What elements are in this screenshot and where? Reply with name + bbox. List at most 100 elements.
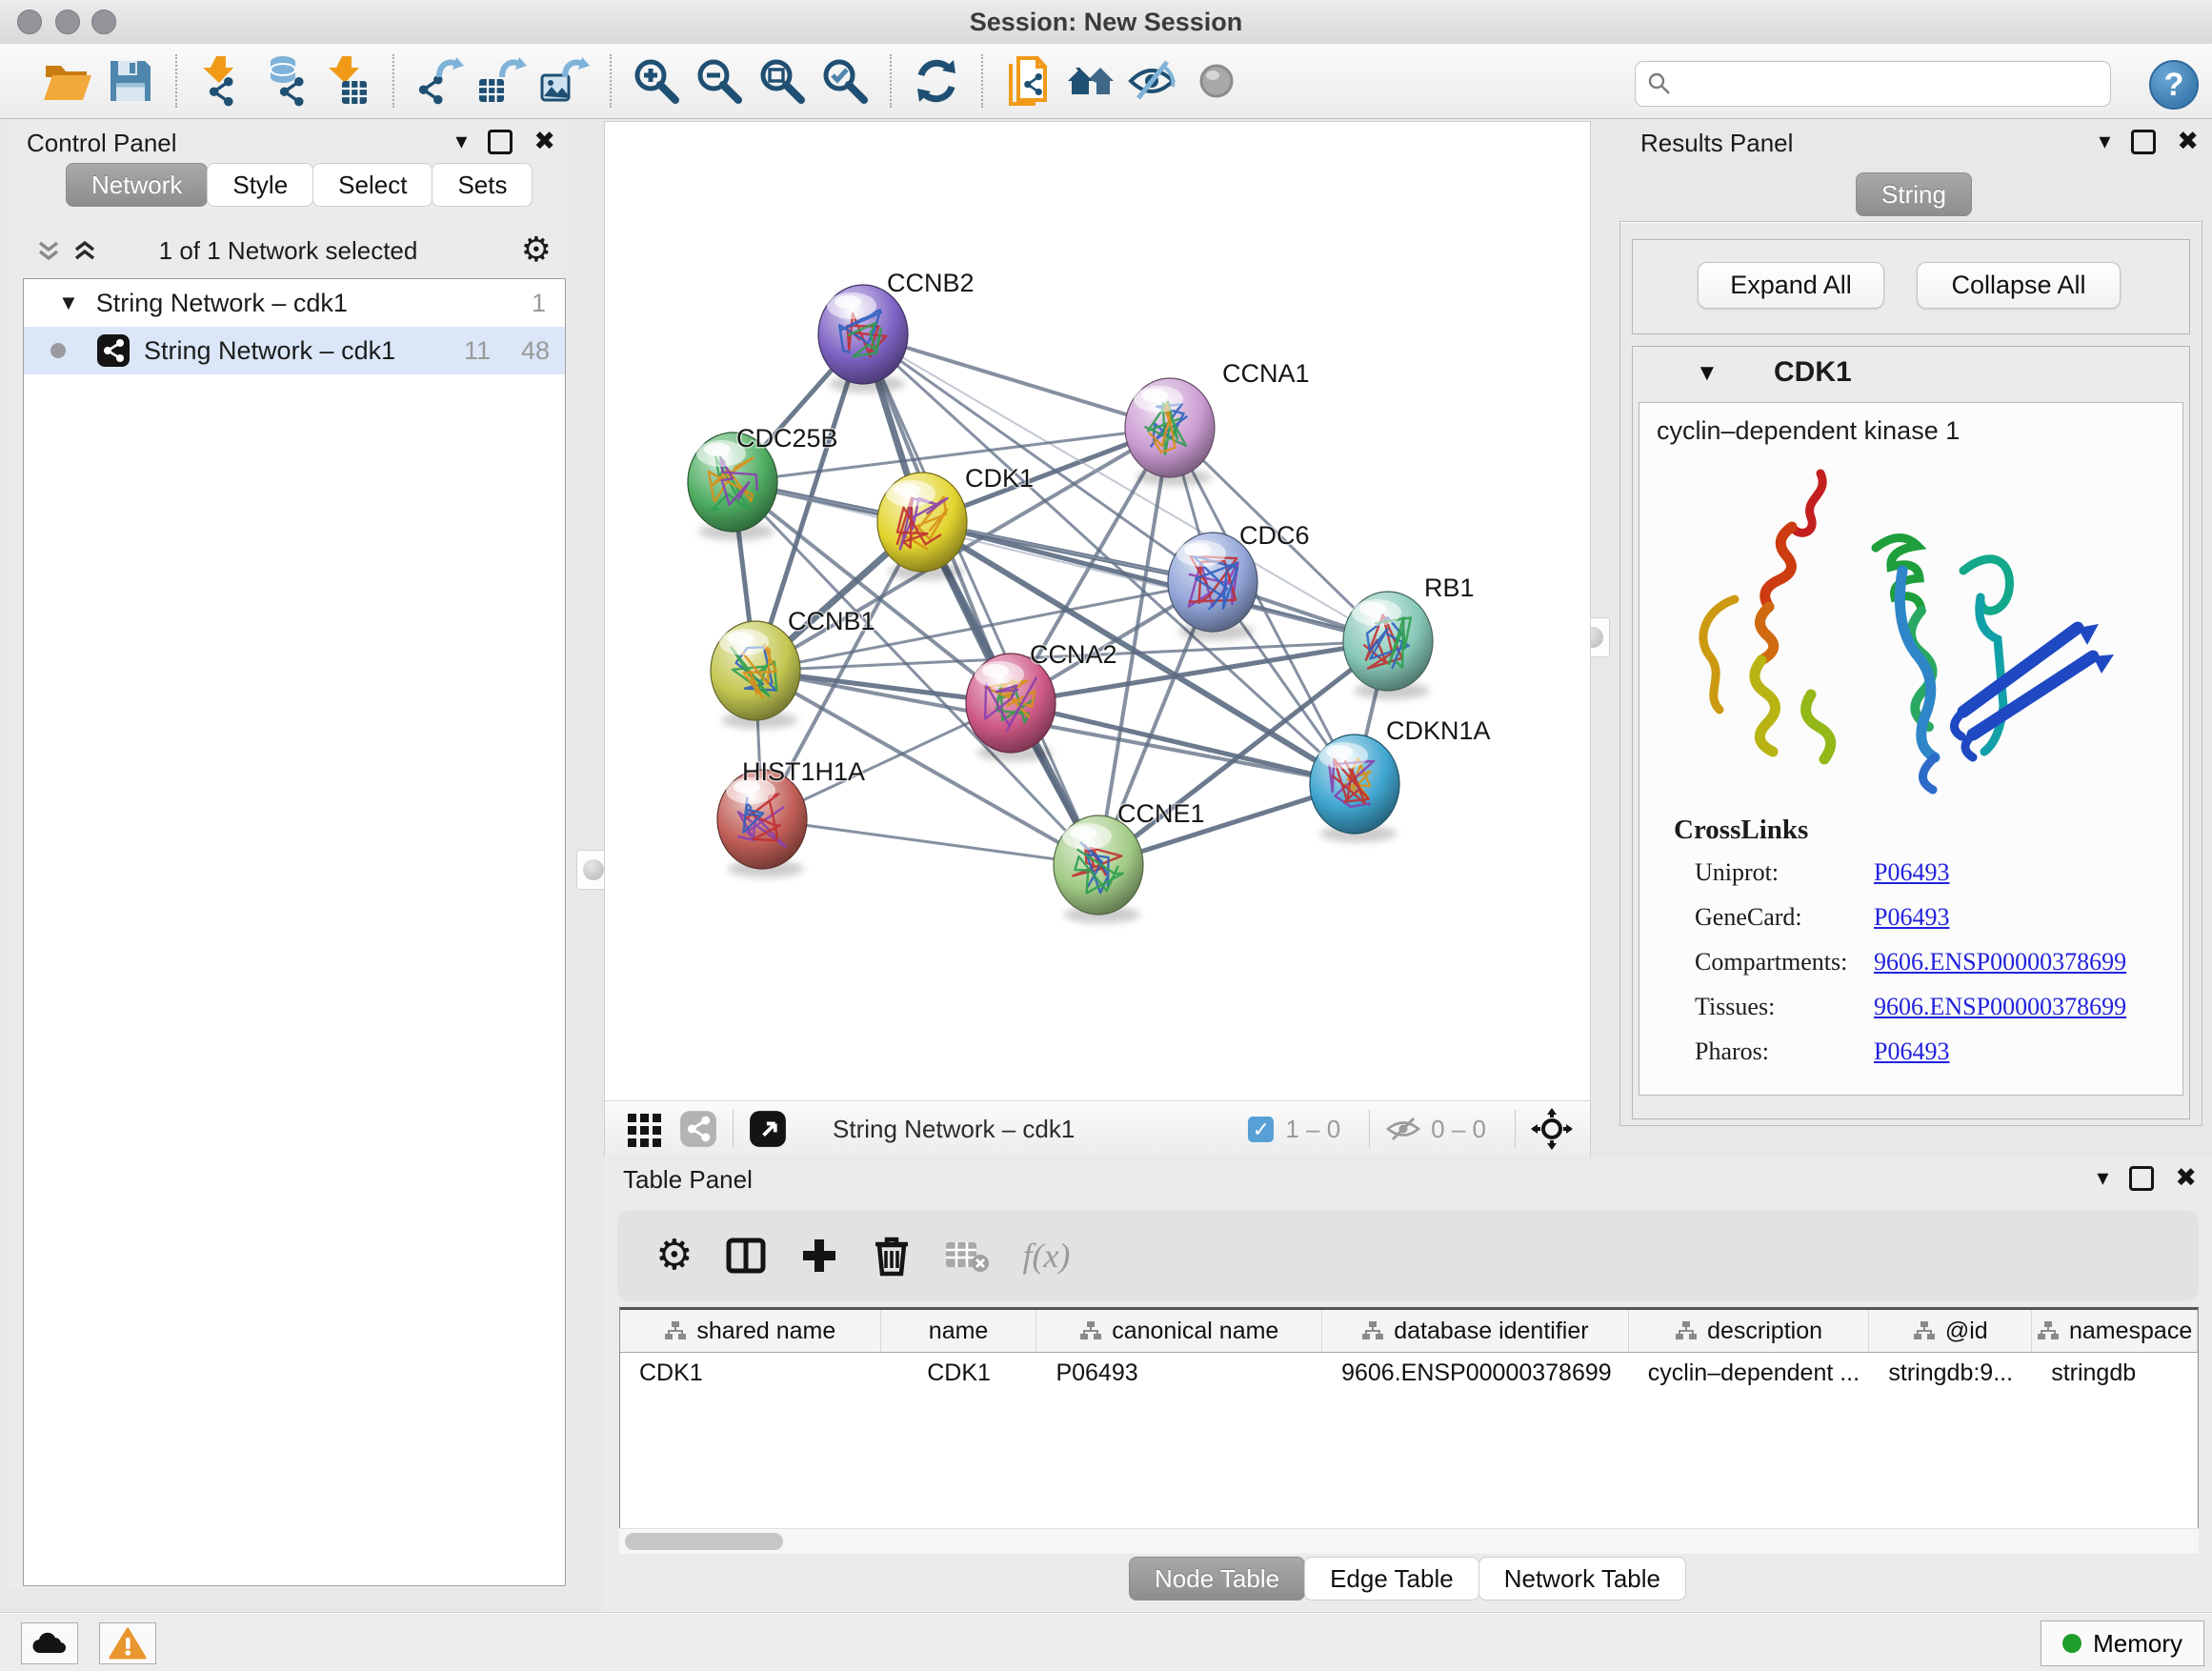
zoom-in-button[interactable] — [625, 51, 688, 111]
export-network-button[interactable] — [408, 51, 471, 111]
import-network-from-file-button[interactable] — [191, 51, 253, 111]
detach-view-icon[interactable] — [749, 1110, 787, 1148]
grid-view-icon[interactable] — [626, 1110, 664, 1148]
crosslink-link[interactable]: 9606.ENSP00000378699 — [1874, 993, 2126, 1021]
network-edge[interactable] — [762, 819, 1098, 865]
column-header[interactable]: namespace — [2032, 1310, 2198, 1352]
column-header[interactable]: @id — [1869, 1310, 2032, 1352]
tab-select[interactable]: Select — [312, 163, 432, 207]
tab-sets[interactable]: Sets — [432, 163, 533, 207]
zoom-in-icon — [630, 54, 683, 108]
network-node-label: CDC25B — [736, 424, 838, 453]
table-panel-close-icon[interactable]: ✖ — [2175, 1163, 2197, 1193]
add-column-plus-icon[interactable] — [799, 1236, 839, 1276]
help-button[interactable]: ? — [2149, 60, 2199, 110]
zoom-fit-icon — [755, 54, 809, 108]
column-header[interactable]: name — [881, 1310, 1037, 1352]
tab-network-table[interactable]: Network Table — [1478, 1557, 1686, 1601]
results-panel-float-icon[interactable] — [2131, 130, 2156, 154]
table-panel-float-icon[interactable] — [2129, 1166, 2154, 1191]
crosslink-link[interactable]: P06493 — [1874, 1037, 1949, 1066]
network-node-label: CCNA2 — [1030, 640, 1117, 669]
column-type-icon — [1079, 1320, 1102, 1341]
network-row-selected[interactable]: String Network – cdk1 11 48 — [24, 327, 565, 374]
network-node[interactable] — [818, 285, 908, 393]
column-header[interactable]: database identifier — [1322, 1310, 1629, 1352]
export-image-button[interactable] — [533, 51, 596, 111]
tab-edge-table[interactable]: Edge Table — [1304, 1557, 1479, 1601]
network-options-gear-icon[interactable]: ⚙ — [521, 230, 552, 270]
network-edge[interactable] — [863, 334, 1098, 865]
network-node[interactable] — [1310, 735, 1399, 842]
tab-node-table[interactable]: Node Table — [1129, 1557, 1305, 1601]
network-canvas[interactable]: CCNB2CCNA1CDC25BCDK1CDC6RB1CCNB1CCNA2CDK… — [605, 122, 1590, 1100]
column-header[interactable]: shared name — [620, 1310, 881, 1352]
network-node-label: CDC6 — [1239, 521, 1310, 550]
scrollbar-thumb[interactable] — [625, 1533, 783, 1550]
import-network-from-database-button[interactable] — [253, 51, 316, 111]
expand-all-button[interactable]: Expand All — [1698, 262, 1884, 309]
table-settings-gear-icon[interactable]: ⚙ — [655, 1235, 693, 1277]
table-panel-menu-icon[interactable]: ▾ — [2097, 1164, 2108, 1192]
control-panel-float-icon[interactable] — [488, 130, 513, 154]
network-node[interactable] — [966, 654, 1056, 761]
network-node-label: RB1 — [1424, 574, 1475, 602]
control-panel-menu-icon[interactable]: ▾ — [455, 128, 467, 155]
network-node[interactable] — [1125, 378, 1215, 486]
results-panel-menu-icon[interactable]: ▾ — [2099, 128, 2110, 155]
hidden-count-badge: 0 – 0 — [1431, 1115, 1486, 1144]
save-session-button[interactable] — [99, 51, 162, 111]
toolbar-separator — [175, 54, 177, 108]
network-edge[interactable] — [1011, 703, 1355, 784]
collapse-all-button[interactable]: Collapse All — [1917, 262, 2121, 309]
memory-status-dot-icon — [2062, 1634, 2081, 1653]
results-panel-close-icon[interactable]: ✖ — [2177, 127, 2199, 156]
current-network-dot-icon — [50, 343, 66, 358]
table-horizontal-scrollbar[interactable] — [619, 1528, 2199, 1554]
crosslink-label: Compartments: — [1695, 948, 1874, 976]
column-header[interactable]: canonical name — [1036, 1310, 1322, 1352]
import-table-from-file-button[interactable] — [316, 51, 379, 111]
network-collection-row[interactable]: ▼ String Network – cdk1 1 — [24, 279, 565, 327]
tab-network[interactable]: Network — [66, 163, 208, 207]
tab-string[interactable]: String — [1856, 172, 1972, 216]
zoom-selected-button[interactable] — [814, 51, 876, 111]
selected-checkbox-icon[interactable]: ✓ — [1248, 1117, 1274, 1142]
export-table-button[interactable] — [471, 51, 533, 111]
search-input[interactable] — [1681, 70, 2110, 98]
network-node[interactable] — [1054, 815, 1143, 923]
network-edge[interactable] — [863, 334, 1170, 428]
cloud-status-button[interactable] — [21, 1622, 78, 1664]
network-overview-button[interactable] — [996, 51, 1059, 111]
table-tabs: Node TableEdge TableNetwork Table — [604, 1557, 2212, 1601]
network-node[interactable] — [711, 621, 800, 729]
home-button[interactable] — [1059, 51, 1122, 111]
cdk1-collapse-icon[interactable]: ▼ — [1696, 360, 1719, 387]
tab-style[interactable]: Style — [207, 163, 313, 207]
warning-status-button[interactable] — [99, 1622, 156, 1664]
control-panel-close-icon[interactable]: ✖ — [533, 127, 555, 156]
zoom-out-button[interactable] — [688, 51, 751, 111]
column-header[interactable]: description — [1629, 1310, 1870, 1352]
network-view-share-icon[interactable] — [679, 1110, 717, 1148]
delete-column-trash-icon[interactable] — [872, 1234, 912, 1278]
crosslink-link[interactable]: P06493 — [1874, 903, 1949, 932]
fit-content-crosshair-icon[interactable] — [1531, 1108, 1573, 1150]
column-type-icon — [1675, 1320, 1698, 1341]
refresh-button[interactable] — [905, 51, 968, 111]
crosslink-link[interactable]: P06493 — [1874, 858, 1949, 887]
graphics-details-button[interactable] — [1185, 51, 1248, 111]
table-cell: stringdb — [2032, 1353, 2198, 1393]
collection-expand-icon[interactable]: ▼ — [58, 291, 79, 315]
network-node-label: CCNE1 — [1117, 799, 1205, 828]
crosslink-row: GeneCard: P06493 — [1695, 903, 2152, 932]
table-row[interactable]: CDK1CDK1P064939606.ENSP00000378699cyclin… — [620, 1353, 2198, 1393]
open-session-button[interactable] — [36, 51, 99, 111]
zoom-fit-button[interactable] — [751, 51, 814, 111]
hide-unhide-button[interactable] — [1122, 51, 1185, 111]
crosslink-link[interactable]: 9606.ENSP00000378699 — [1874, 948, 2126, 976]
memory-button[interactable]: Memory — [2041, 1621, 2204, 1666]
table-panel-title: Table Panel — [623, 1165, 753, 1195]
network-node[interactable] — [1343, 592, 1433, 699]
show-columns-icon[interactable] — [725, 1235, 767, 1277]
